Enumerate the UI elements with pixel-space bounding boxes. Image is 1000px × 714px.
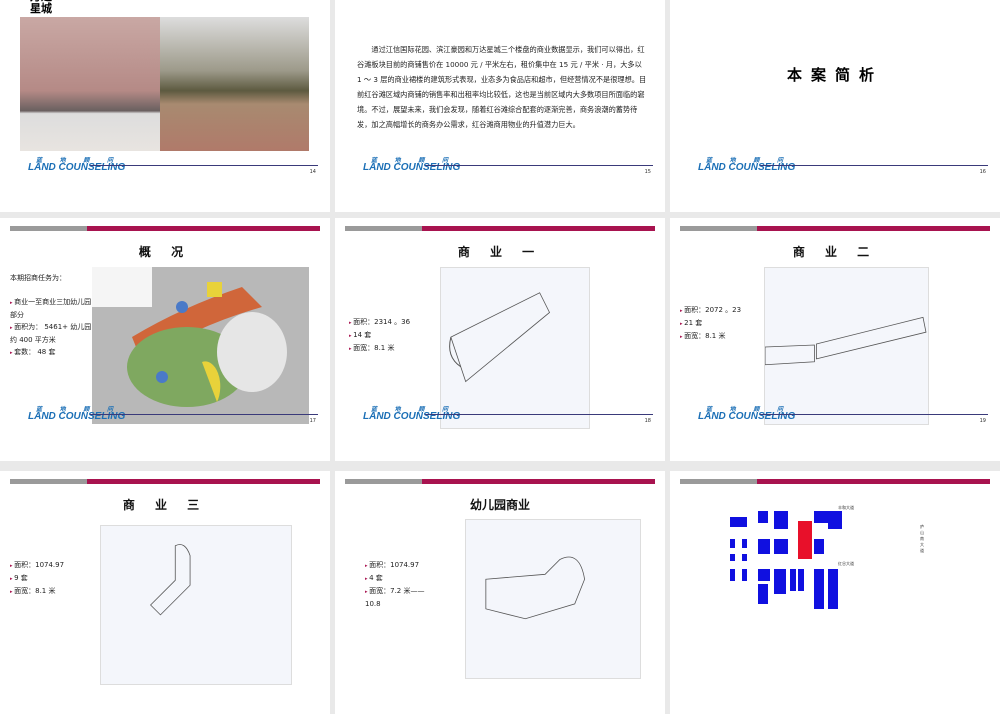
bullet-item: 14 套	[349, 329, 410, 342]
site-plan-drawing	[92, 267, 287, 407]
slide-19[interactable]: 商 业 二 面积：2072 。23 21 套 面宽：8.1 米 蓝 地 顾 问L…	[670, 218, 1000, 461]
slide-title: 商 业 二	[792, 245, 878, 259]
header-bar	[680, 226, 990, 231]
bullet-item: 面宽：8.1 米	[680, 330, 741, 343]
logo: 蓝 地 顾 问 LAND COUNSELING	[28, 158, 126, 173]
header-bar	[345, 226, 655, 231]
bullet-item: 商业一至商业三加幼儿园部分	[10, 296, 92, 321]
footer-line	[760, 165, 988, 166]
bullet-item: 21 套	[680, 317, 741, 330]
floor-plan-drawing	[449, 292, 551, 383]
logo: 蓝 地 顾 问 LAND COUNSELING	[363, 407, 461, 422]
bullet-item: 套数： 48 套	[10, 346, 92, 359]
logo: 蓝 地 顾 问 LAND COUNSELING	[698, 407, 796, 422]
bullet-list: 商业一至商业三加幼儿园部分 面积为： 5461+ 幼儿园约 400 平方米 套数…	[10, 296, 92, 359]
bullet-item: 面宽：8.1 米	[10, 585, 64, 598]
floor-plan-drawing	[485, 556, 586, 620]
intro-text: 本期招商任务为：	[10, 274, 66, 282]
photo-building	[20, 17, 160, 151]
bullet-item: 面宽：8.1 米	[349, 342, 410, 355]
bullet-item: 面积为： 5461+ 幼儿园约 400 平方米	[10, 321, 92, 346]
floor-plan-image	[465, 519, 641, 679]
bullet-item: 面积：1074.97	[365, 559, 425, 572]
map-label-road: 丰和大道	[838, 505, 854, 510]
slide-title: 幼儿园商业	[469, 498, 530, 512]
header-bar	[345, 479, 655, 484]
slide-title: 概 况	[138, 245, 192, 259]
slide-22[interactable]: 丰和大道 红谷大道 庐山南大道	[670, 471, 1000, 714]
footer-line	[425, 414, 653, 415]
bullet-item: 4 套	[365, 572, 425, 585]
page-number: 15	[644, 169, 651, 175]
footer-line	[90, 414, 318, 415]
logo: 蓝 地 顾 问 LAND COUNSELING	[698, 158, 796, 173]
bullet-list: 面积：1074.97 4 套 面宽：7.2 米——10.8	[365, 559, 425, 610]
floor-plan-image	[764, 267, 929, 425]
page-number: 19	[979, 418, 986, 424]
bullet-item: 9 套	[10, 572, 64, 585]
bullet-list: 面积：2072 。23 21 套 面宽：8.1 米	[680, 304, 741, 343]
photo-street	[160, 17, 309, 151]
bullet-item: 面宽：7.2 米——10.8	[365, 585, 425, 610]
header-bar	[10, 226, 320, 231]
page-number: 18	[644, 418, 651, 424]
header-bar	[10, 479, 320, 484]
page-number: 17	[309, 418, 316, 424]
header-bar	[680, 479, 990, 484]
map-label-road: 红谷大道	[838, 561, 854, 566]
floor-plan-drawing	[150, 544, 191, 616]
bullet-list: 面积：2314 。36 14 套 面宽：8.1 米	[349, 316, 410, 355]
floor-plan-image	[100, 525, 292, 685]
slide-title: 商 业 三	[122, 498, 208, 512]
bullet-item: 面积：1074.97	[10, 559, 64, 572]
logo: 蓝 地 顾 问 LAND COUNSELING	[363, 158, 461, 173]
location-map: 丰和大道 红谷大道 庐山南大道	[730, 499, 930, 609]
slide-title: 万达星城	[30, 0, 52, 15]
slide-15[interactable]: 通过江信国际花园、滨江豪园和万达星城三个楼盘的商业数据显示，我们可以得出，红谷滩…	[335, 0, 665, 212]
site-plan-image	[92, 267, 309, 424]
footer-line	[425, 165, 653, 166]
map-blocks	[730, 511, 842, 609]
bullet-item: 面积：2314 。36	[349, 316, 410, 329]
slide-body: 通过江信国际花园、滨江豪园和万达星城三个楼盘的商业数据显示，我们可以得出，红谷滩…	[357, 45, 647, 129]
slide-21[interactable]: 幼儿园商业 面积：1074.97 4 套 面宽：7.2 米——10.8	[335, 471, 665, 714]
slide-title: 本案简析	[786, 66, 883, 84]
bullet-list: 面积：1074.97 9 套 面宽：8.1 米	[10, 559, 64, 598]
map-label-road: 庐山南大道	[920, 524, 924, 553]
floor-plan-image	[440, 267, 590, 429]
slide-title: 商 业 一	[457, 245, 543, 259]
logo: 蓝 地 顾 问 LAND COUNSELING	[28, 407, 126, 422]
footer-line	[760, 414, 988, 415]
slide-14[interactable]: 万达星城 蓝 地 顾 问LAND COUNSELING 14	[0, 0, 330, 212]
page-number: 14	[309, 169, 316, 175]
slide-16[interactable]: 本案简析 蓝 地 顾 问 LAND COUNSELING 16	[670, 0, 1000, 212]
slide-18[interactable]: 商 业 一 面积：2314 。36 14 套 面宽：8.1 米 蓝 地 顾 问L…	[335, 218, 665, 461]
floor-plan-drawing	[764, 316, 927, 366]
footer-line	[90, 165, 318, 166]
slide-17[interactable]: 概 况 本期招商任务为： 商业一至商业三加幼儿园部分 面积为： 5461+ 幼儿…	[0, 218, 330, 461]
page-number: 16	[979, 169, 986, 175]
slide-20[interactable]: 商 业 三 面积：1074.97 9 套 面宽：8.1 米	[0, 471, 330, 714]
bullet-item: 面积：2072 。23	[680, 304, 741, 317]
